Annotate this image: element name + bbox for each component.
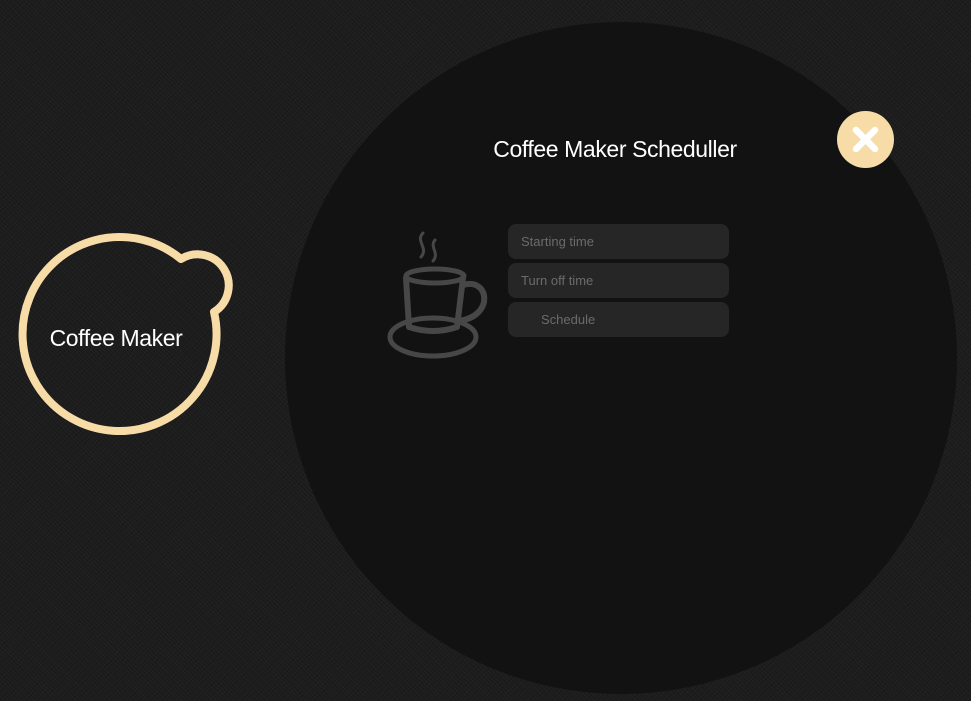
coffee-cup-icon (387, 231, 488, 359)
close-icon (852, 126, 879, 153)
schedule-button[interactable]: Schedule (508, 302, 729, 337)
close-button[interactable] (837, 111, 894, 168)
launcher-label: Coffee Maker (49, 325, 183, 351)
coffee-maker-launcher[interactable]: Coffee Maker (18, 233, 233, 446)
starting-time-input[interactable] (508, 224, 729, 259)
turn-off-time-input[interactable] (508, 263, 729, 298)
